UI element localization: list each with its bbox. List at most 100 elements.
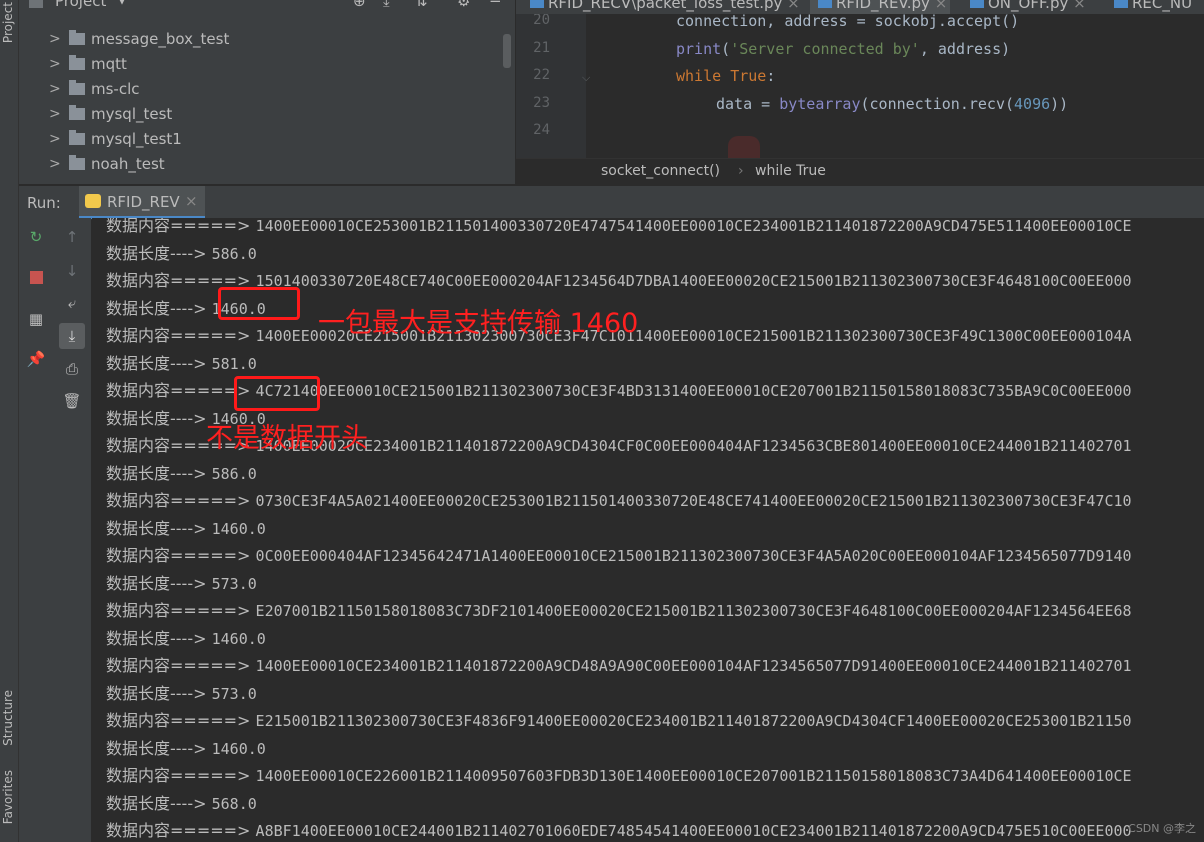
code-token: , address) bbox=[919, 40, 1011, 58]
search-bulb-icon[interactable] bbox=[728, 136, 760, 158]
run-toolbar: ↻ ↑ ↓ ⤶ ▦ ⤓ 📌 ⎙ 🗑 bbox=[19, 218, 91, 842]
console-line-value: A8BF1400EE00010CE244001B211402701060EDE7… bbox=[255, 822, 1132, 840]
code-token: while bbox=[676, 67, 722, 85]
folder-icon bbox=[69, 129, 85, 145]
console-line: 数据内容=====> 1400EE00010CE234001B211401872… bbox=[106, 654, 1132, 678]
watermark: CSDN @李之 bbox=[1128, 822, 1196, 835]
editor-tab-bar: RFID_RECV\packet_loss_test.py × RFID_REV… bbox=[516, 0, 1204, 14]
locate-icon[interactable]: ⊕ bbox=[353, 0, 366, 10]
console-line-value: 568.0 bbox=[211, 794, 257, 813]
gear-icon[interactable]: ⚙ bbox=[457, 0, 470, 10]
code-line-20[interactable]: connection, address = sockobj.accept() bbox=[676, 12, 1019, 30]
console-line-prefix: 数据长度----> bbox=[106, 738, 207, 758]
code-token: )) bbox=[1050, 95, 1069, 113]
tab-on-off[interactable]: ON_OFF.py × bbox=[970, 0, 1086, 14]
chevron-right-icon[interactable]: > bbox=[49, 156, 69, 172]
structure-tool-label[interactable]: Structure bbox=[1, 690, 15, 746]
console-line-prefix: 数据内容=====> bbox=[106, 766, 251, 785]
console-line-prefix: 数据内容=====> bbox=[106, 326, 251, 345]
tab-label: ON_OFF.py bbox=[988, 0, 1069, 12]
minimize-icon[interactable]: − bbox=[489, 0, 502, 10]
tab-run-rfid-rev[interactable]: RFID_REV × bbox=[79, 186, 205, 219]
console-line-value: 1460.0 bbox=[211, 629, 266, 648]
console-line-value: 573.0 bbox=[211, 684, 257, 703]
pin-icon[interactable]: 📌 bbox=[25, 348, 47, 370]
tab-label: RFID_RECV\packet_loss_test.py bbox=[548, 0, 783, 12]
console-line: 数据内容=====> A8BF1400EE00010CE244001B21140… bbox=[106, 819, 1132, 842]
collapse-all-icon[interactable]: ⇅ bbox=[415, 0, 428, 10]
chevron-right-icon[interactable]: > bbox=[49, 81, 69, 97]
console-line: 数据内容=====> 1400EE00010CE226001B211400950… bbox=[106, 764, 1132, 788]
console-line-value: 581.0 bbox=[211, 354, 257, 373]
fold-marker-icon[interactable]: ⌵ bbox=[582, 71, 590, 85]
arrow-up-icon[interactable]: ↑ bbox=[61, 226, 83, 248]
line-number: 21 bbox=[533, 40, 550, 56]
project-tool-label[interactable]: Project bbox=[1, 2, 15, 43]
console-line-prefix: 数据内容=====> bbox=[106, 711, 251, 730]
folder-icon bbox=[69, 79, 85, 95]
chevron-right-icon[interactable]: > bbox=[49, 131, 69, 147]
tree-item-noah-test[interactable]: > noah_test bbox=[49, 151, 165, 176]
chevron-right-icon[interactable]: > bbox=[49, 56, 69, 72]
tree-item-mysql-test1[interactable]: > mysql_test1 bbox=[49, 126, 182, 151]
chevron-right-icon[interactable]: > bbox=[49, 31, 69, 47]
python-file-icon bbox=[818, 0, 832, 8]
folder-icon bbox=[69, 154, 85, 170]
console-line: 数据长度----> 1460.0 bbox=[106, 517, 266, 541]
code-line-23[interactable]: data = bytearray(connection.recv(4096)) bbox=[716, 95, 1068, 113]
console-line-prefix: 数据内容=====> bbox=[106, 656, 251, 675]
run-tab-label: RFID_REV bbox=[107, 193, 180, 211]
console-line: 数据内容=====> 0730CE3F4A5A021400EE00020CE25… bbox=[106, 489, 1132, 513]
scroll-to-end-icon[interactable]: ⤓ bbox=[59, 323, 85, 349]
tab-rfid-rev[interactable]: RFID_REV.py × bbox=[818, 0, 947, 14]
console-line-prefix: 数据长度----> bbox=[106, 463, 207, 483]
line-number: 24 bbox=[533, 122, 550, 138]
expand-all-icon[interactable]: ⤓ bbox=[383, 0, 390, 10]
project-title[interactable]: Project bbox=[55, 0, 106, 10]
code-line-21[interactable]: print('Server connected by', address) bbox=[676, 40, 1010, 58]
tree-item-label: message_box_test bbox=[91, 29, 230, 48]
console-line-value: 1460.0 bbox=[211, 739, 266, 758]
favorites-tool-label[interactable]: Favorites bbox=[1, 770, 15, 824]
console-line: 数据长度----> 586.0 bbox=[106, 242, 257, 266]
code-line-22[interactable]: while True: bbox=[676, 67, 775, 85]
line-number: 22 bbox=[533, 67, 550, 83]
project-scrollbar[interactable] bbox=[503, 34, 511, 68]
print-icon[interactable]: ⎙ bbox=[61, 358, 83, 380]
arrow-down-icon[interactable]: ↓ bbox=[61, 260, 83, 282]
close-icon[interactable]: × bbox=[185, 192, 198, 210]
soft-wrap-icon[interactable]: ⤶ bbox=[61, 292, 83, 314]
trash-icon[interactable]: 🗑 bbox=[61, 390, 83, 412]
code-token: 'Server connected by' bbox=[730, 40, 920, 58]
tree-item-ms-clc[interactable]: > ms-clc bbox=[49, 76, 140, 101]
console-line: 数据长度----> 1460.0 bbox=[106, 627, 266, 651]
tab-rec-nu[interactable]: REC_NU bbox=[1114, 0, 1192, 14]
chevron-right-icon[interactable]: > bbox=[49, 106, 69, 122]
console-line-prefix: 数据内容=====> bbox=[106, 546, 251, 565]
console-line-value: E215001B211302300730CE3F4836F91400EE0002… bbox=[255, 712, 1132, 730]
console-line-prefix: 数据长度----> bbox=[106, 793, 207, 813]
console-line-prefix: 数据长度----> bbox=[106, 353, 207, 373]
console-line: 数据长度----> 586.0 bbox=[106, 462, 257, 486]
console-line-prefix: 数据长度----> bbox=[106, 408, 207, 428]
tab-label: REC_NU bbox=[1132, 0, 1193, 12]
console-output[interactable]: 数据内容=====> 1400EE00010CE253001B211501400… bbox=[92, 218, 1204, 842]
tree-item-mysql-test[interactable]: > mysql_test bbox=[49, 101, 172, 126]
tree-item-message-box-test[interactable]: > message_box_test bbox=[49, 26, 229, 51]
tab-packet-loss-test[interactable]: RFID_RECV\packet_loss_test.py × bbox=[530, 0, 800, 14]
folder-icon bbox=[69, 104, 85, 120]
rerun-icon[interactable]: ↻ bbox=[25, 226, 47, 248]
console-line-value: 586.0 bbox=[211, 244, 257, 263]
console-line: 数据内容=====> 1400EE00010CE253001B211501400… bbox=[106, 218, 1132, 238]
breadcrumb-item[interactable]: socket_connect() bbox=[601, 163, 720, 179]
stop-icon[interactable] bbox=[25, 266, 47, 288]
console-line: 数据长度----> 581.0 bbox=[106, 352, 257, 376]
project-dropdown-icon[interactable]: ▼ bbox=[117, 0, 127, 7]
python-icon bbox=[85, 194, 101, 208]
python-file-icon bbox=[530, 0, 544, 8]
console-line-prefix: 数据内容=====> bbox=[106, 218, 251, 235]
breadcrumb-item[interactable]: while True bbox=[755, 163, 826, 179]
tree-item-mqtt[interactable]: > mqtt bbox=[49, 51, 127, 76]
console-line: 数据长度----> 573.0 bbox=[106, 682, 257, 706]
layout-icon[interactable]: ▦ bbox=[25, 308, 47, 330]
